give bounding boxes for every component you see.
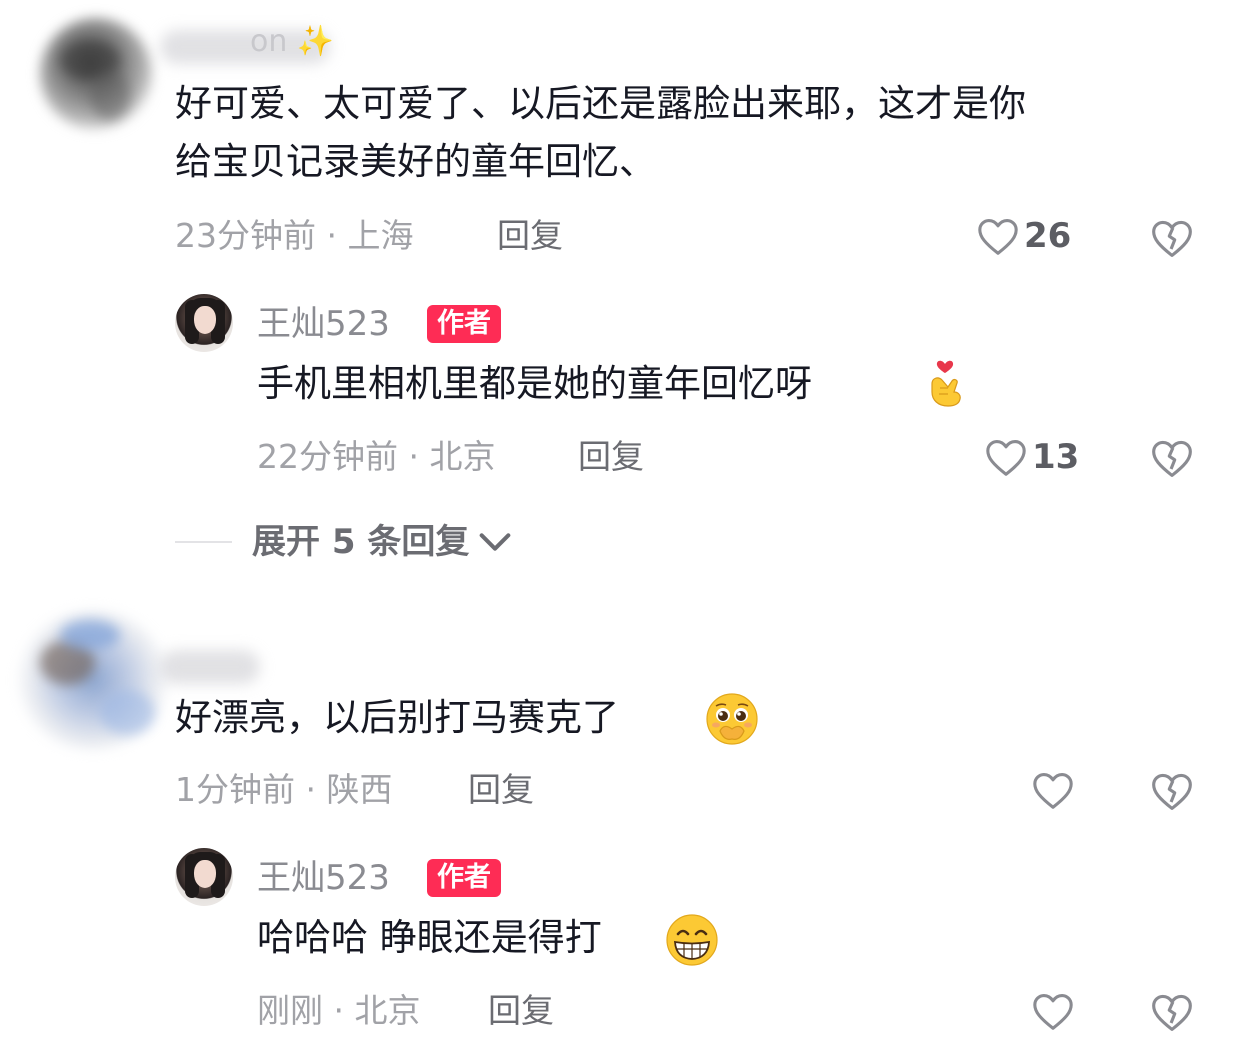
author-badge: 作者 bbox=[427, 859, 501, 897]
reply-text: 手机里相机里都是她的童年回忆呀 bbox=[257, 362, 812, 405]
author-name[interactable]: 王灿523 bbox=[257, 858, 390, 898]
heart-icon bbox=[1033, 994, 1073, 1030]
username-blurred[interactable] bbox=[160, 650, 260, 684]
expand-replies-button[interactable]: 展开 5 条回复 bbox=[252, 522, 515, 562]
broken-heart-icon[interactable] bbox=[1150, 990, 1194, 1034]
like-button[interactable] bbox=[1031, 768, 1079, 812]
heart-icon bbox=[978, 219, 1018, 255]
broken-heart-icon[interactable] bbox=[1150, 216, 1194, 260]
heart-icon bbox=[1033, 773, 1073, 809]
author-avatar[interactable] bbox=[175, 848, 233, 906]
comment-meta: 1分钟前 · 陕西 bbox=[175, 770, 393, 809]
heart-icon bbox=[986, 440, 1026, 476]
grinning-face-icon bbox=[666, 914, 718, 966]
pleading-face-icon bbox=[706, 693, 758, 745]
author-avatar[interactable] bbox=[175, 294, 233, 352]
reply-button[interactable]: 回复 bbox=[578, 437, 644, 477]
comment-text-line2: 给宝贝记录美好的童年回忆、 bbox=[175, 140, 656, 183]
broken-heart-icon[interactable] bbox=[1150, 769, 1194, 813]
like-count: 13 bbox=[1032, 437, 1080, 477]
like-count: 26 bbox=[1024, 216, 1072, 256]
like-button[interactable]: 13 bbox=[984, 435, 1079, 479]
author-name[interactable]: 王灿523 bbox=[257, 304, 390, 344]
comment-text-line1: 好可爱、太可爱了、以后还是露脸出来耶，这才是你 bbox=[175, 82, 1026, 125]
finger-heart-icon bbox=[931, 360, 961, 407]
like-button[interactable]: 26 bbox=[976, 214, 1071, 258]
comment-text: 好漂亮，以后别打马赛克了 bbox=[175, 696, 619, 739]
broken-heart-icon[interactable] bbox=[1150, 436, 1194, 480]
expand-replies-label: 展开 5 条回复 bbox=[252, 522, 470, 562]
comment-meta: 23分钟前 · 上海 bbox=[175, 216, 414, 255]
reply-button[interactable]: 回复 bbox=[488, 991, 554, 1031]
author-badge: 作者 bbox=[427, 305, 501, 343]
reply-button[interactable]: 回复 bbox=[497, 216, 563, 256]
divider bbox=[175, 541, 232, 543]
reply-button[interactable]: 回复 bbox=[468, 770, 534, 810]
reply-meta: 刚刚 · 北京 bbox=[257, 991, 421, 1030]
chevron-down-icon bbox=[480, 533, 511, 551]
like-button[interactable] bbox=[1031, 989, 1079, 1033]
username-hint: on ✨ bbox=[250, 24, 335, 59]
reply-meta: 22分钟前 · 北京 bbox=[257, 437, 496, 476]
reply-text: 哈哈哈 睁眼还是得打 bbox=[257, 916, 602, 959]
